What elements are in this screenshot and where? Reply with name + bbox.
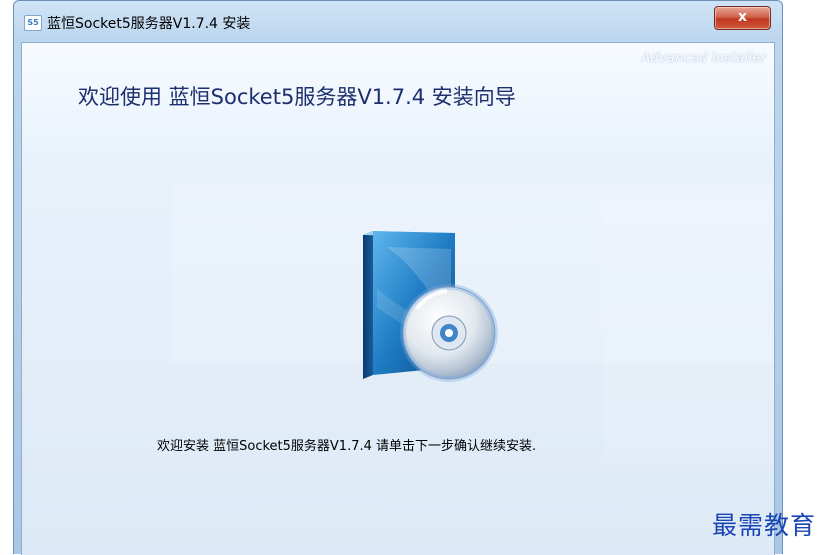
brand-watermark: 最需教育 [712,511,817,540]
welcome-heading: 欢迎使用 蓝恒Socket5服务器V1.7.4 安装向导 [78,85,516,109]
software-box-with-cd-icon [347,229,507,393]
close-button[interactable]: x [714,6,771,30]
installer-window: S5 蓝恒Socket5服务器V1.7.4 安装 x Advanced Inst… [13,0,783,555]
installer-content: Advanced Installer 欢迎使用 蓝恒Socket5服务器V1.7… [21,42,775,555]
app-icon: S5 [24,15,42,31]
window-title: 蓝恒Socket5服务器V1.7.4 安装 [47,16,251,32]
advanced-installer-watermark: Advanced Installer [641,51,766,66]
background-panel [602,203,774,463]
welcome-message: 欢迎安装 蓝恒Socket5服务器V1.7.4 请单击下一步确认继续安装. [157,439,537,454]
title-bar[interactable]: S5 蓝恒Socket5服务器V1.7.4 安装 x [14,1,782,41]
